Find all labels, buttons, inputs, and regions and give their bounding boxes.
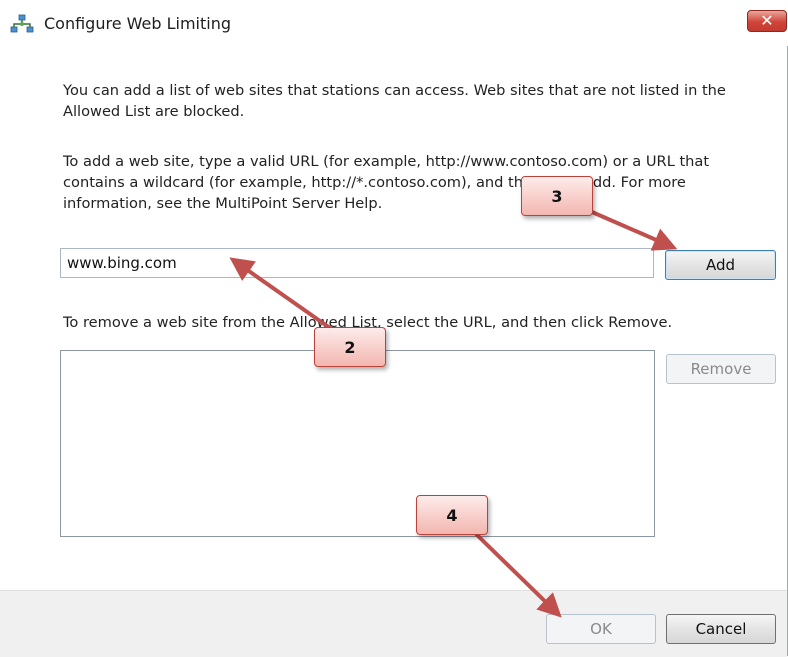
callout-4: 4 [416, 495, 488, 535]
arrow-2 [229, 257, 332, 330]
arrow-4 [474, 532, 562, 618]
callout-3: 3 [521, 176, 593, 216]
annotation-arrows [229, 210, 678, 618]
arrow-3 [591, 210, 678, 251]
callout-2: 2 [314, 327, 386, 367]
